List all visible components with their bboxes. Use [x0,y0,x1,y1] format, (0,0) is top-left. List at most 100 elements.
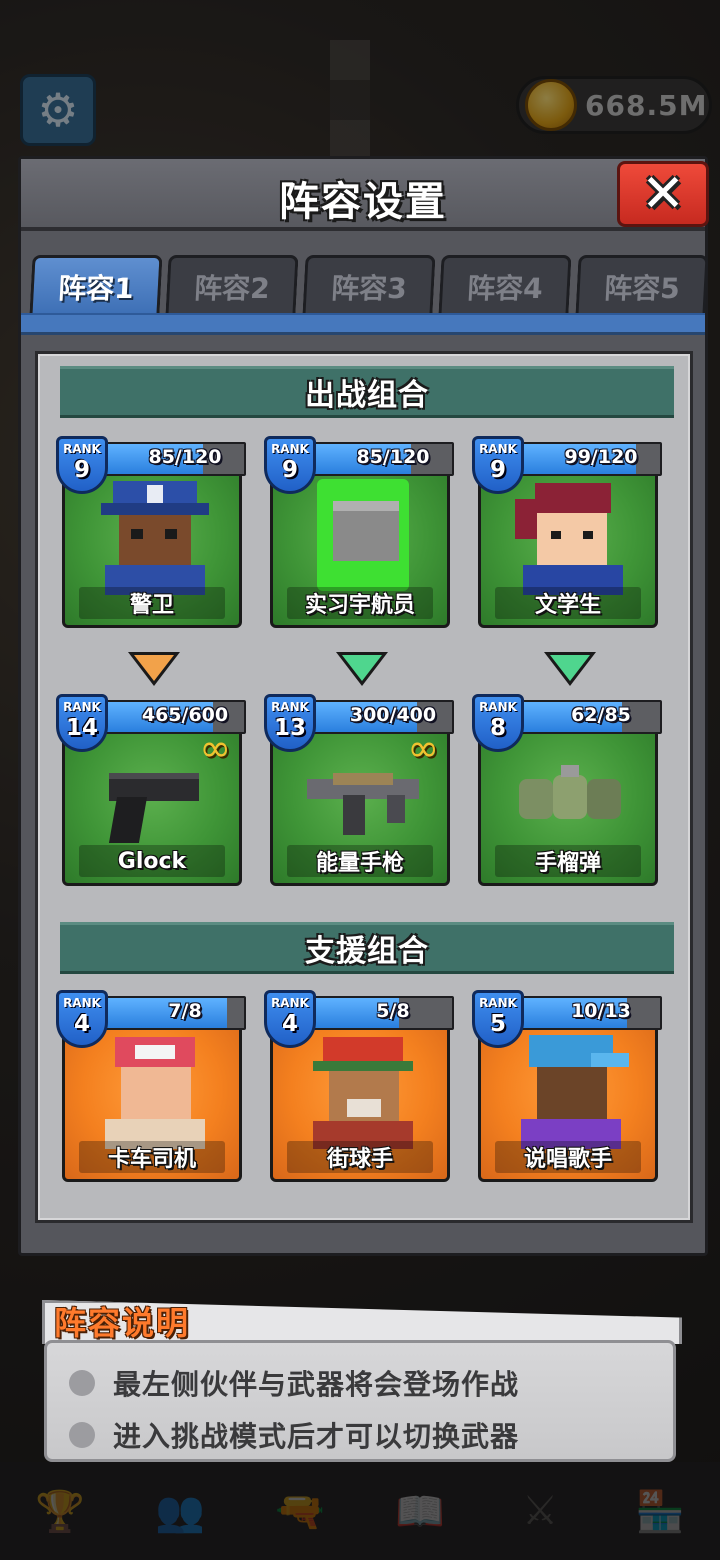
rank-number: 5 [489,1011,506,1037]
xp-bar: 85/120 [100,442,246,476]
xp-bar: 62/85 [516,700,662,734]
weapon-card-glock[interactable]: Glock ∞ 465/600 RANK 14 [56,694,246,890]
streetballer-portrait [303,1033,423,1149]
tab-lineup-3[interactable]: 阵容3 [302,255,436,315]
rank-number: 9 [281,457,298,483]
rank-label: RANK [479,700,517,714]
rank-badge: RANK 13 [264,694,316,752]
support-card-rapper[interactable]: 说唱歌手 10/13 RANK 5 [472,990,662,1186]
xp-text: 85/120 [148,446,222,468]
explanation-title: 阵容说明 [54,1304,191,1342]
rank-badge: RANK 9 [472,436,524,494]
lineup-panel: 出战组合 警卫 85/120 RANK 9 实习宇航员 85/120 RANK … [35,351,693,1223]
card-name: 卡车司机 [79,1141,225,1173]
rank-number: 9 [489,457,506,483]
card-name: 手榴弹 [495,845,641,877]
character-card-student[interactable]: 文学生 99/120 RANK 9 [472,436,662,632]
xp-bar: 99/120 [516,442,662,476]
tab-lineup-2[interactable]: 阵容2 [165,255,300,315]
xp-bar: 465/600 [100,700,246,734]
close-icon: ✕ [641,164,685,224]
grenade-icon [511,737,631,847]
support-section-title: 支援组合 [60,922,674,974]
explanation-text: 进入挑战模式后才可以切换武器 [113,1420,520,1453]
card-name: 街球手 [287,1141,433,1173]
truck-driver-portrait [95,1033,215,1149]
card-name: Glock [79,845,225,877]
arrow-fill [342,655,382,681]
infinity-icon: ∞ [199,726,231,770]
support-card-truck-driver[interactable]: 卡车司机 7/8 RANK 4 [56,990,246,1186]
xp-bar: 10/13 [516,996,662,1030]
rank-badge: RANK 9 [56,436,108,494]
xp-text: 62/85 [571,704,631,726]
rank-label: RANK [63,442,101,456]
xp-text: 300/400 [349,704,437,726]
rank-label: RANK [271,442,309,456]
xp-bar: 7/8 [100,996,246,1030]
explanation-line: 最左侧伙伴与武器将会登场作战 [69,1363,519,1403]
bullet-icon [69,1422,95,1448]
modal-header: 阵容设置 [21,159,705,231]
card-name: 能量手枪 [287,845,433,877]
down-arrow-icon [544,652,596,686]
weapon-card-energy-pistol[interactable]: 能量手枪 ∞ 300/400 RANK 13 [264,694,454,890]
lineup-settings-modal: 阵容设置 ✕ 阵容1 阵容2 阵容3 阵容4 阵容5 出战组合 警卫 85/12… [18,156,709,1256]
rank-label: RANK [479,996,517,1010]
astronaut-portrait [303,479,423,591]
rank-number: 4 [281,1011,298,1037]
tab-lineup-1[interactable]: 阵容1 [29,255,163,315]
rank-label: RANK [271,700,309,714]
rank-number: 14 [65,715,98,741]
xp-text: 7/8 [168,1000,202,1022]
guard-portrait [95,479,215,595]
modal-title: 阵容设置 [279,179,447,225]
explanation-text: 最左侧伙伴与武器将会登场作战 [113,1368,520,1401]
xp-text: 99/120 [564,446,638,468]
down-arrow-icon [128,652,180,686]
rapper-portrait [511,1033,631,1149]
card-name: 文学生 [495,587,641,619]
infinity-icon: ∞ [407,726,439,770]
rank-label: RANK [63,996,101,1010]
explanation-panel: 最左侧伙伴与武器将会登场作战 进入挑战模式后才可以切换武器 [44,1340,676,1462]
rank-label: RANK [63,700,101,714]
character-card-guard[interactable]: 警卫 85/120 RANK 9 [56,436,246,632]
xp-bar: 85/120 [308,442,454,476]
rank-badge: RANK 9 [264,436,316,494]
close-button[interactable]: ✕ [617,161,709,227]
rank-number: 8 [489,715,506,741]
card-name: 实习宇航员 [287,587,433,619]
rank-number: 13 [273,715,306,741]
card-name: 警卫 [79,587,225,619]
bullet-icon [69,1370,95,1396]
rank-number: 9 [73,457,90,483]
energy-pistol-icon [303,737,423,847]
student-portrait [511,479,631,595]
rank-badge: RANK 8 [472,694,524,752]
weapon-card-grenade[interactable]: 手榴弹 62/85 RANK 8 [472,694,662,890]
rank-label: RANK [271,996,309,1010]
tab-lineup-4[interactable]: 阵容4 [438,255,573,315]
tab-underline [21,313,705,335]
explanation-line: 进入挑战模式后才可以切换武器 [69,1415,519,1455]
xp-text: 465/600 [141,704,229,726]
xp-bar: 5/8 [308,996,454,1030]
support-card-streetballer[interactable]: 街球手 5/8 RANK 4 [264,990,454,1186]
rank-number: 4 [73,1011,90,1037]
xp-bar: 300/400 [308,700,454,734]
lineup-tabs: 阵容1 阵容2 阵容3 阵容4 阵容5 [29,255,709,315]
xp-text: 10/13 [571,1000,631,1022]
rank-badge: RANK 4 [264,990,316,1048]
arrow-fill [550,655,590,681]
rank-badge: RANK 14 [56,694,108,752]
xp-text: 5/8 [376,1000,410,1022]
rank-badge: RANK 4 [56,990,108,1048]
battle-section-title: 出战组合 [60,366,674,418]
down-arrow-icon [336,652,388,686]
character-card-astronaut[interactable]: 实习宇航员 85/120 RANK 9 [264,436,454,632]
arrow-fill [134,655,174,681]
rank-badge: RANK 5 [472,990,524,1048]
tab-lineup-5[interactable]: 阵容5 [575,255,709,315]
rank-label: RANK [479,442,517,456]
